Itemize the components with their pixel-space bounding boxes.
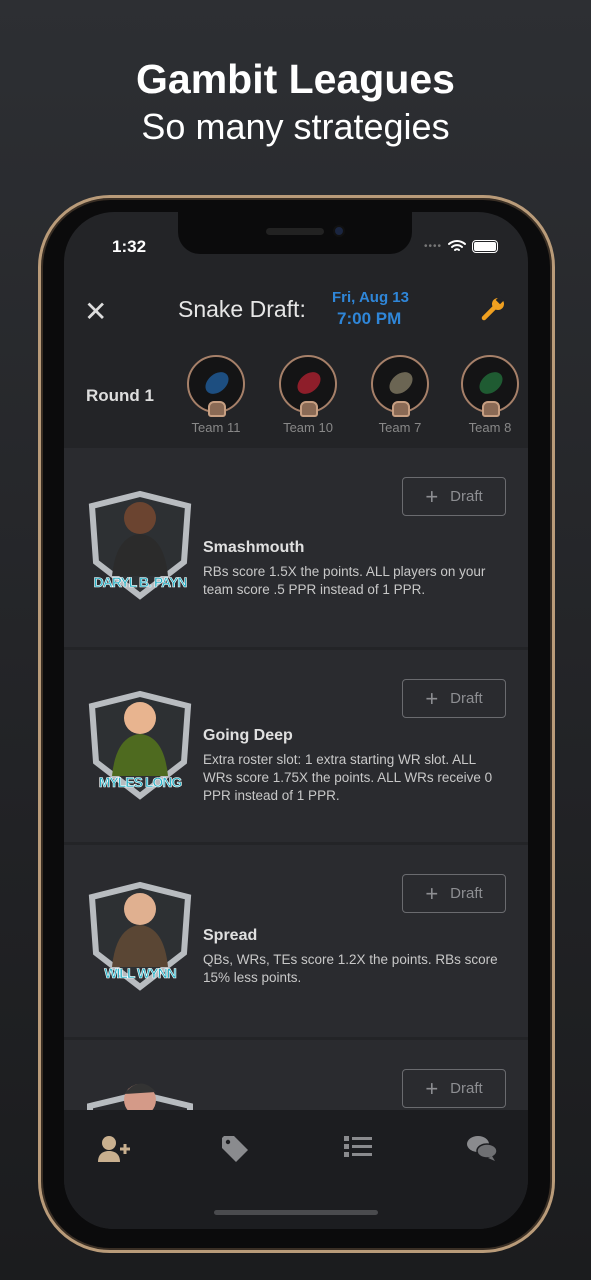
team-slot[interactable]: Team 7 bbox=[365, 355, 435, 435]
helmet-icon bbox=[208, 401, 226, 417]
coach-avatar: WILL WYNN bbox=[86, 875, 194, 995]
football-icon bbox=[385, 367, 417, 399]
football-icon bbox=[475, 367, 507, 399]
add-user-icon[interactable] bbox=[97, 1134, 133, 1164]
team-name: Team 11 bbox=[191, 420, 241, 435]
page-title: Snake Draft: bbox=[178, 296, 306, 322]
camera-icon bbox=[333, 225, 345, 237]
notch bbox=[178, 212, 412, 254]
strategy-card: + Draft bbox=[64, 1040, 528, 1120]
chat-icon[interactable] bbox=[466, 1134, 498, 1162]
strategy-card: + Draft WILL WYNN Spread QBs, WRs, TEs sc… bbox=[64, 845, 528, 1037]
football-icon bbox=[201, 367, 233, 399]
strategy-name: Going Deep bbox=[203, 727, 293, 744]
team-slot[interactable]: Team 10 bbox=[273, 355, 343, 435]
signal-icon: •••• bbox=[423, 240, 442, 252]
strategy-card: + Draft MYLES LONG Going Deep Extra roste… bbox=[64, 650, 528, 842]
helmet-icon bbox=[482, 401, 500, 417]
team-name: Team 10 bbox=[283, 420, 333, 435]
draft-button[interactable]: + Draft bbox=[402, 679, 506, 718]
draft-time: 7:00 PM bbox=[337, 309, 402, 328]
team-slot[interactable]: Team 8 bbox=[455, 355, 525, 435]
coach-avatar: DARYL B. PAYN bbox=[86, 484, 194, 604]
plus-icon: + bbox=[425, 483, 439, 509]
draft-button[interactable]: + Draft bbox=[402, 874, 506, 913]
draft-button[interactable]: + Draft bbox=[402, 477, 506, 516]
draft-date: Fri, Aug 13 bbox=[332, 289, 409, 306]
team-name: Team 8 bbox=[468, 420, 512, 435]
app-screen: 1:32 •••• ✕ Snake Draft: Fri, Aug 13 7:0… bbox=[64, 212, 528, 1229]
promo-subtitle: So many strategies bbox=[141, 106, 450, 147]
team-avatar bbox=[371, 355, 429, 417]
team-avatar bbox=[279, 355, 337, 417]
plus-icon: + bbox=[425, 1075, 439, 1101]
battery-icon bbox=[472, 239, 498, 253]
draft-label: Draft bbox=[450, 885, 483, 902]
team-avatar bbox=[461, 355, 519, 417]
draft-label: Draft bbox=[450, 690, 483, 707]
helmet-icon bbox=[392, 401, 410, 417]
coach-name-logo: WILL WYNN bbox=[104, 965, 177, 982]
list-icon[interactable] bbox=[344, 1134, 372, 1160]
strategy-card: + Draft DARYL B. PAYN Smashmouth RBs scor… bbox=[64, 448, 528, 647]
team-avatar bbox=[187, 355, 245, 417]
draft-label: Draft bbox=[450, 488, 483, 505]
round-label: Round 1 bbox=[86, 386, 154, 405]
plus-icon: + bbox=[425, 880, 439, 906]
coach-avatar: MYLES LONG bbox=[86, 684, 194, 804]
team-slot[interactable]: Team 11 bbox=[181, 355, 251, 435]
promo-title: Gambit Leagues bbox=[136, 56, 455, 102]
strategy-description: RBs score 1.5X the points. ALL players o… bbox=[203, 564, 486, 597]
tag-icon[interactable] bbox=[220, 1134, 250, 1164]
strategy-description: QBs, WRs, TEs score 1.2X the points. RBs… bbox=[203, 952, 498, 985]
wifi-icon bbox=[448, 240, 466, 251]
tab-bar bbox=[64, 1110, 528, 1229]
strategy-name: Smashmouth bbox=[203, 539, 305, 556]
draft-button[interactable]: + Draft bbox=[402, 1069, 506, 1108]
strategy-name: Spread bbox=[203, 927, 258, 944]
team-name: Team 7 bbox=[378, 420, 422, 435]
football-icon bbox=[293, 367, 325, 399]
helmet-icon bbox=[300, 401, 318, 417]
plus-icon: + bbox=[425, 685, 439, 711]
home-indicator[interactable] bbox=[214, 1210, 378, 1215]
draft-label: Draft bbox=[450, 1080, 483, 1097]
strategy-description: Extra roster slot: 1 extra starting WR s… bbox=[203, 752, 493, 803]
coach-name-logo: DARYL B. PAYN bbox=[93, 574, 187, 591]
status-icons: •••• bbox=[424, 239, 498, 253]
wrench-icon[interactable] bbox=[480, 296, 506, 322]
close-button[interactable]: ✕ bbox=[84, 295, 107, 328]
status-time: 1:32 bbox=[112, 237, 147, 256]
coach-name-logo: MYLES LONG bbox=[98, 774, 182, 791]
